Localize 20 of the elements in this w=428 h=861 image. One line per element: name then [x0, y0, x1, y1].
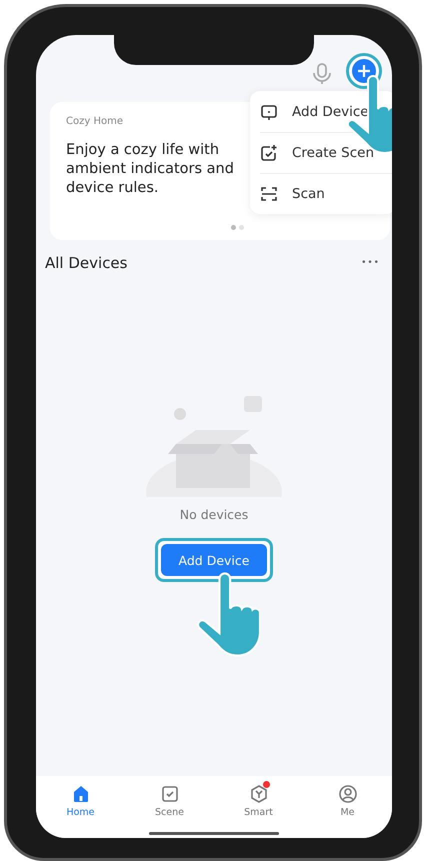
hexagon-icon — [248, 784, 268, 804]
add-device-button[interactable]: Add Device — [161, 544, 267, 576]
section-title: All Devices — [45, 254, 128, 272]
tab[interactable]: Home — [36, 784, 125, 826]
banner-message: Enjoy a cozy life with ambient indicators and device rules. — [66, 141, 235, 198]
check-plus-icon — [260, 144, 278, 162]
empty-message: No devices — [180, 507, 248, 522]
microphone-icon[interactable] — [312, 63, 332, 85]
device-icon — [260, 102, 278, 120]
tab[interactable]: Me — [303, 784, 392, 826]
profile-icon — [338, 784, 358, 804]
tab[interactable]: Scene — [125, 784, 214, 826]
menu-item[interactable]: Add Device — [260, 102, 369, 120]
tab[interactable]: Smart — [214, 784, 303, 826]
scan-icon — [260, 185, 278, 203]
more-button[interactable]: ••• — [361, 258, 380, 268]
menu-item[interactable]: Create Scen — [260, 144, 374, 162]
checkbox-icon — [160, 784, 180, 804]
menu-item[interactable]: Scan — [260, 185, 325, 203]
banner-caption: Cozy Home — [66, 116, 124, 127]
